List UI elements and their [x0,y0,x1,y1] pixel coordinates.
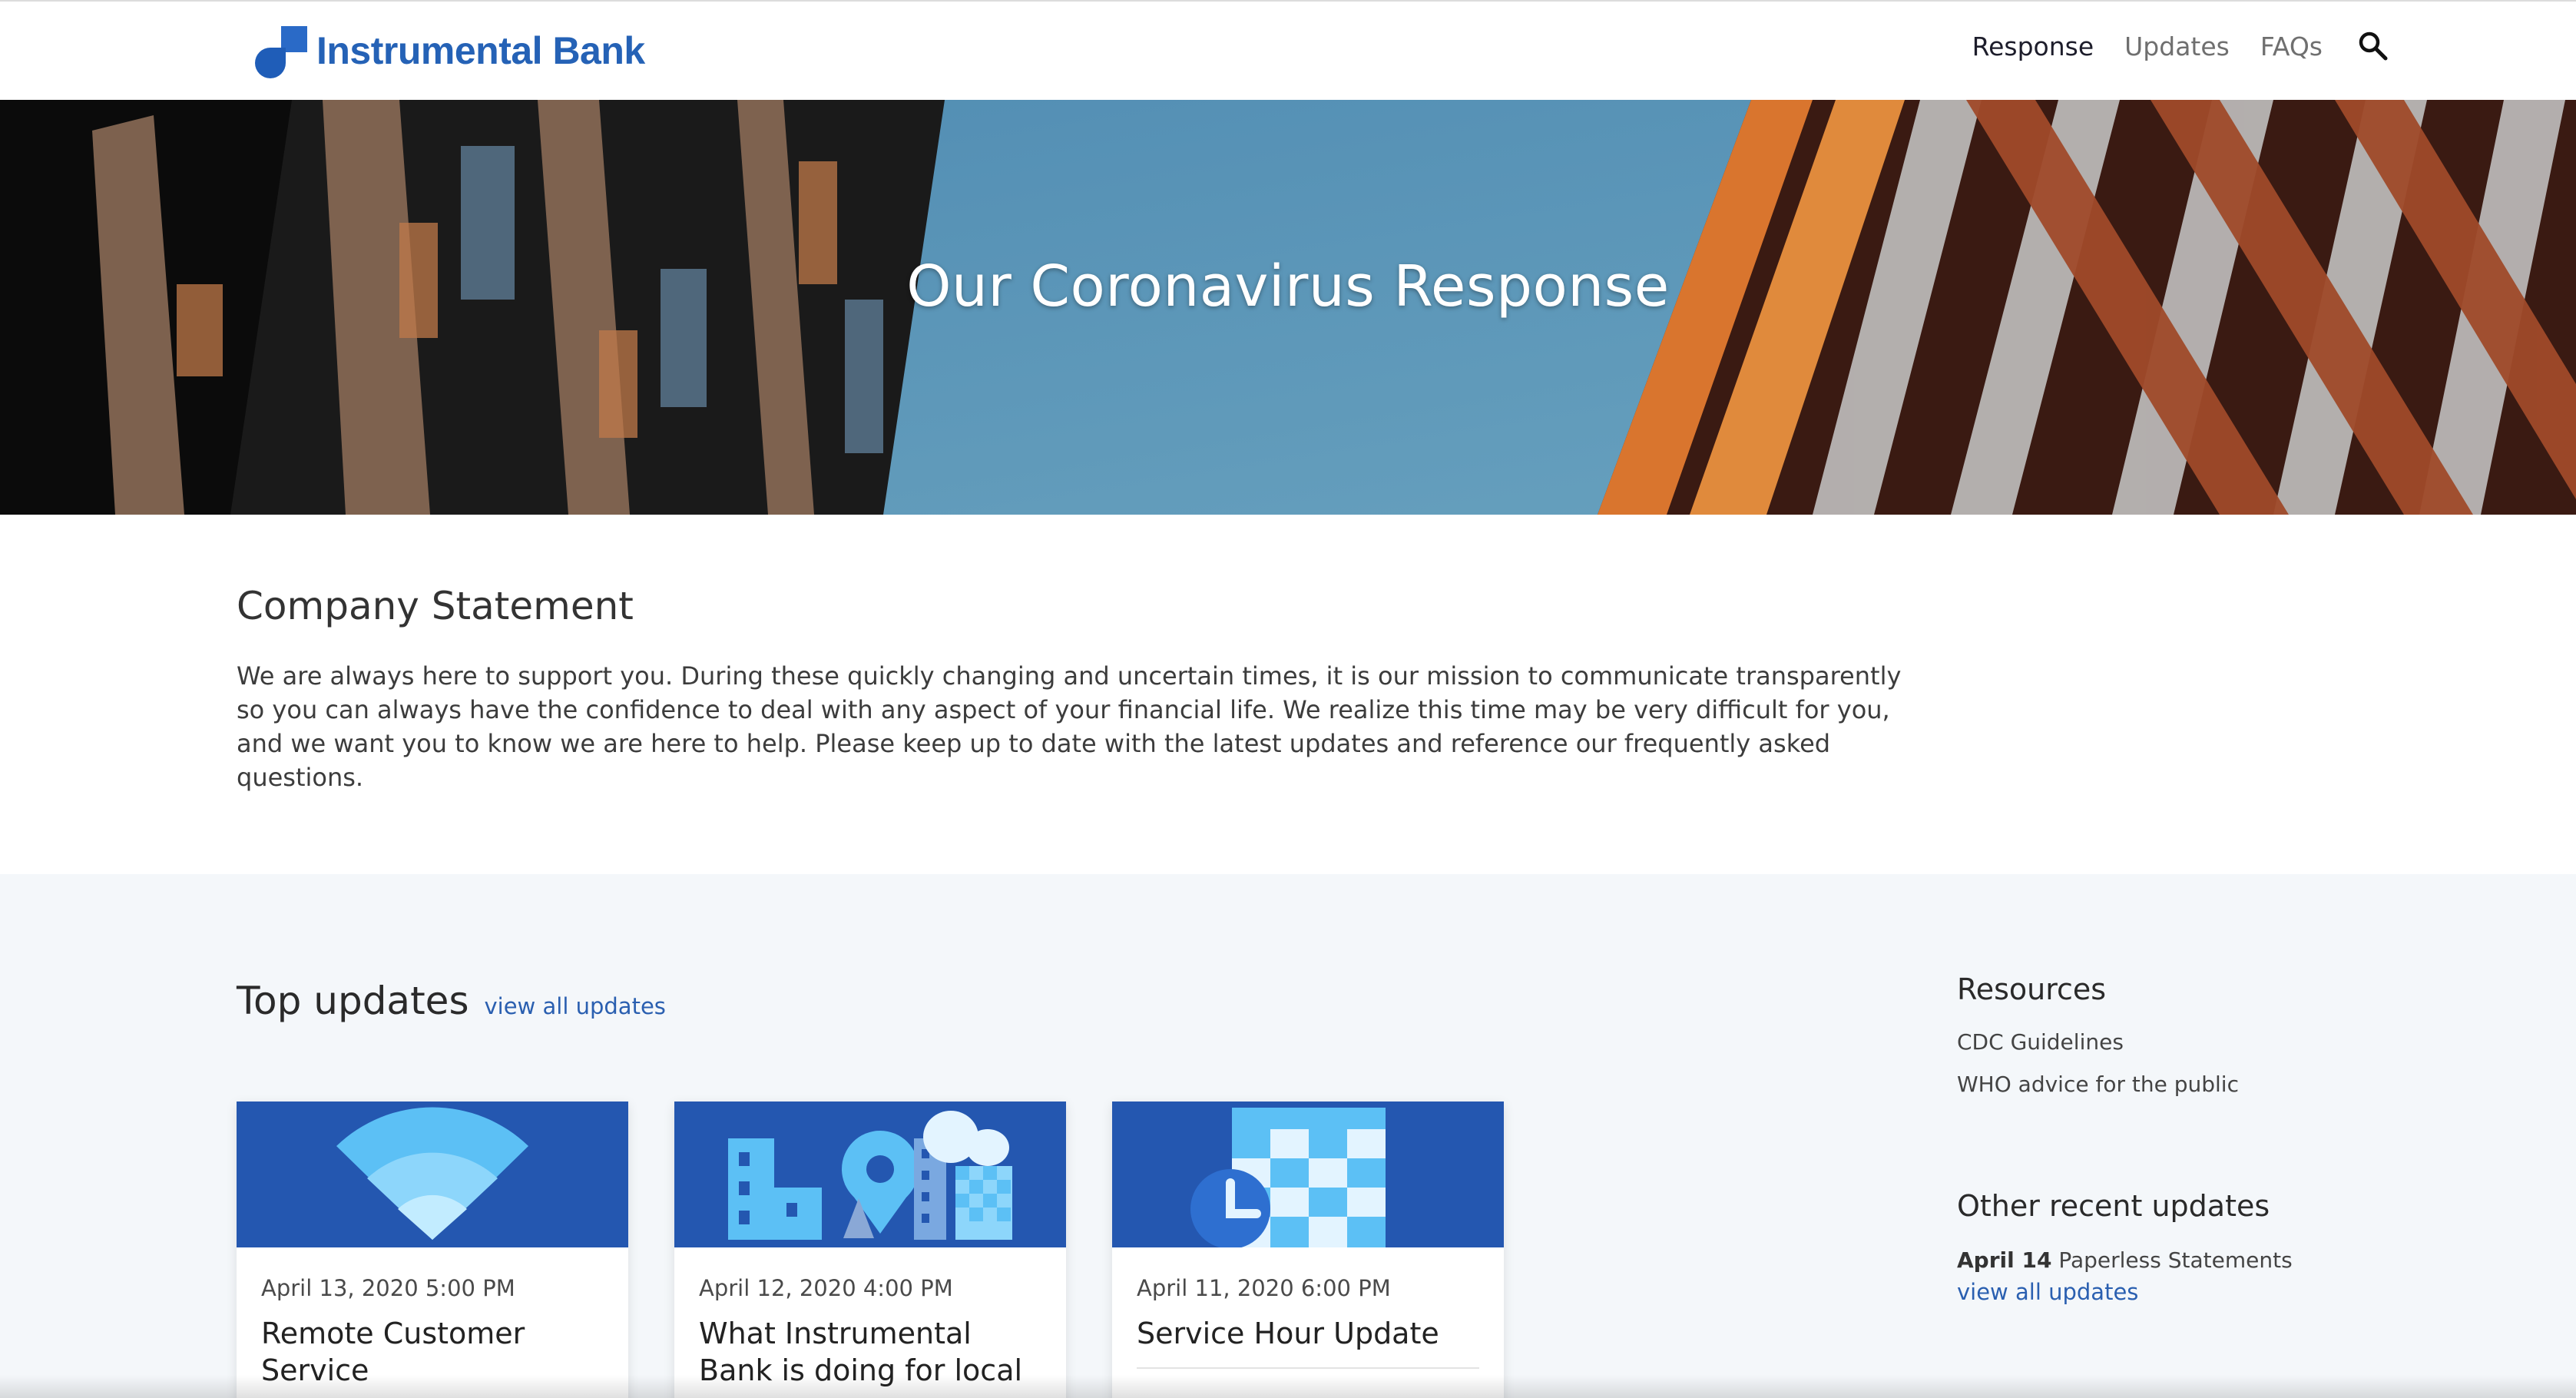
company-statement: Company Statement We are always here to … [237,584,1911,794]
site-header: Instrumental Bank Response Updates FAQs [0,0,2576,100]
nav-response[interactable]: Response [1972,31,2094,61]
updates-section: Top updates view all updates April 13, 2… [0,874,2576,1398]
card-date: April 12, 2020 4:00 PM [699,1275,953,1301]
hero-banner: Our Coronavirus Response [0,100,2576,515]
other-updates-heading: Other recent updates [1957,1189,2270,1223]
city-location-icon [674,1102,1066,1247]
resources-heading: Resources [1957,972,2107,1006]
card-divider [1137,1367,1479,1369]
brand-logo[interactable]: Instrumental Bank [255,23,645,78]
top-updates-heading: Top updates [237,979,469,1023]
statement-body: We are always here to support you. Durin… [237,661,1902,792]
other-recent-updates: Other recent updates April 14 Paperless … [1957,1189,2341,1305]
card-title[interactable]: Service Hour Update [1137,1315,1479,1352]
resource-link-cdc[interactable]: CDC Guidelines [1957,1029,2341,1055]
logo-mark-icon [255,23,310,78]
update-card[interactable]: April 11, 2020 6:00 PM Service Hour Upda… [1112,1102,1504,1398]
resources-sidebar: Resources CDC Guidelines WHO advice for … [1957,972,2341,1305]
clock-calendar-icon [1112,1102,1504,1247]
sidebar-view-all-link[interactable]: view all updates [1957,1279,2341,1305]
view-all-updates-link[interactable]: view all updates [485,993,666,1019]
recent-update-item[interactable]: April 14 Paperless Statements [1957,1247,2341,1273]
card-date: April 11, 2020 6:00 PM [1137,1275,1391,1301]
bottom-shadow [0,1375,2576,1398]
update-card[interactable]: April 13, 2020 5:00 PM Remote Customer S… [237,1102,628,1398]
main-nav: Response Updates FAQs [1942,29,2390,63]
statement-heading: Company Statement [237,584,634,628]
update-cards: April 13, 2020 5:00 PM Remote Customer S… [237,1102,1550,1398]
resource-link-who[interactable]: WHO advice for the public [1957,1072,2341,1097]
hero-title: Our Coronavirus Response [906,253,1670,320]
nav-updates[interactable]: Updates [2124,31,2230,61]
page: Instrumental Bank Response Updates FAQs [0,0,2576,1398]
recent-update-date: April 14 [1957,1247,2052,1273]
update-card[interactable]: April 12, 2020 4:00 PM What Instrumental… [674,1102,1066,1398]
card-date: April 13, 2020 5:00 PM [261,1275,515,1301]
nav-faqs[interactable]: FAQs [2260,31,2323,61]
wifi-icon [237,1102,628,1247]
top-updates-header: Top updates view all updates [237,979,666,1023]
brand-name: Instrumental Bank [316,29,645,72]
recent-update-title: Paperless Statements [2058,1247,2293,1273]
search-icon[interactable] [2356,29,2390,63]
